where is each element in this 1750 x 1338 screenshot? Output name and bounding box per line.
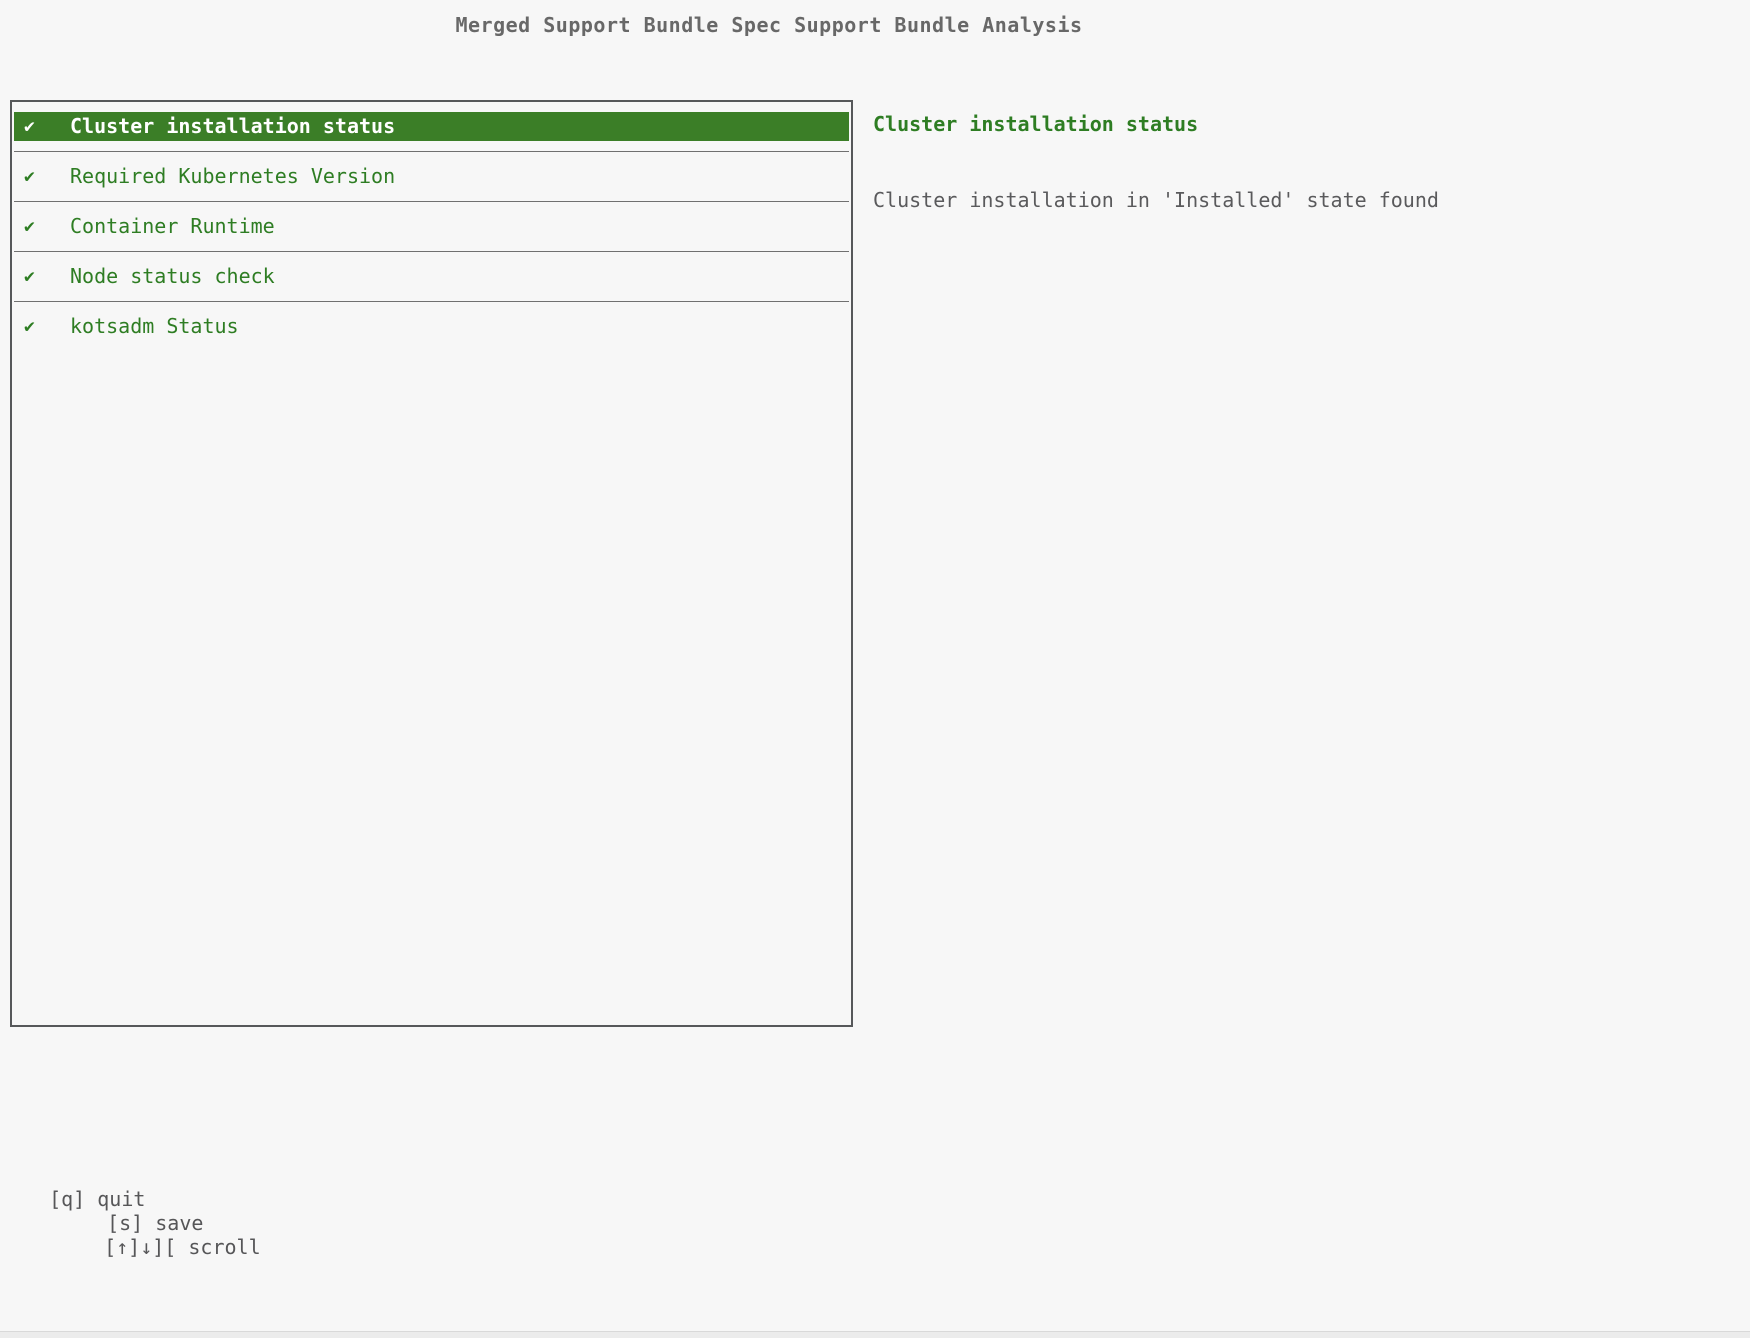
- list-item-node-status-check[interactable]: ✔ Node status check: [14, 262, 849, 291]
- list-item-label: Node status check: [70, 262, 275, 291]
- list-item-label: Container Runtime: [70, 212, 275, 241]
- footer-keyboard-hints: [q] quit [s] save [↑]↓][ scroll: [25, 1163, 261, 1259]
- check-icon: ✔: [24, 262, 46, 291]
- list-item-label: Required Kubernetes Version: [70, 162, 395, 191]
- scroll-hint: [↑]↓][ scroll: [104, 1235, 261, 1259]
- list-separator: [14, 151, 849, 152]
- quit-hint: [q] quit: [49, 1187, 145, 1211]
- list-item-kotsadm-status[interactable]: ✔ kotsadm Status: [14, 312, 849, 341]
- check-icon: ✔: [24, 312, 46, 341]
- save-hint: [s] save: [107, 1211, 203, 1235]
- list-separator: [14, 201, 849, 202]
- list-item-label: Cluster installation status: [70, 112, 395, 141]
- check-icon: ✔: [24, 112, 46, 141]
- analyzer-list[interactable]: ✔ Cluster installation status ✔ Required…: [10, 100, 853, 1027]
- list-separator: [14, 301, 849, 302]
- page-title: Merged Support Bundle Spec Support Bundl…: [0, 13, 1538, 37]
- list-item-required-kubernetes-version[interactable]: ✔ Required Kubernetes Version: [14, 162, 849, 191]
- list-item-cluster-installation-status[interactable]: ✔ Cluster installation status: [14, 112, 849, 141]
- detail-heading: Cluster installation status: [873, 112, 1198, 136]
- detail-message: Cluster installation in 'Installed' stat…: [873, 188, 1439, 212]
- list-item-label: kotsadm Status: [70, 312, 239, 341]
- check-icon: ✔: [24, 212, 46, 241]
- list-separator: [14, 251, 849, 252]
- check-icon: ✔: [24, 162, 46, 191]
- list-item-container-runtime[interactable]: ✔ Container Runtime: [14, 212, 849, 241]
- window-bottom-edge: [0, 1331, 1750, 1338]
